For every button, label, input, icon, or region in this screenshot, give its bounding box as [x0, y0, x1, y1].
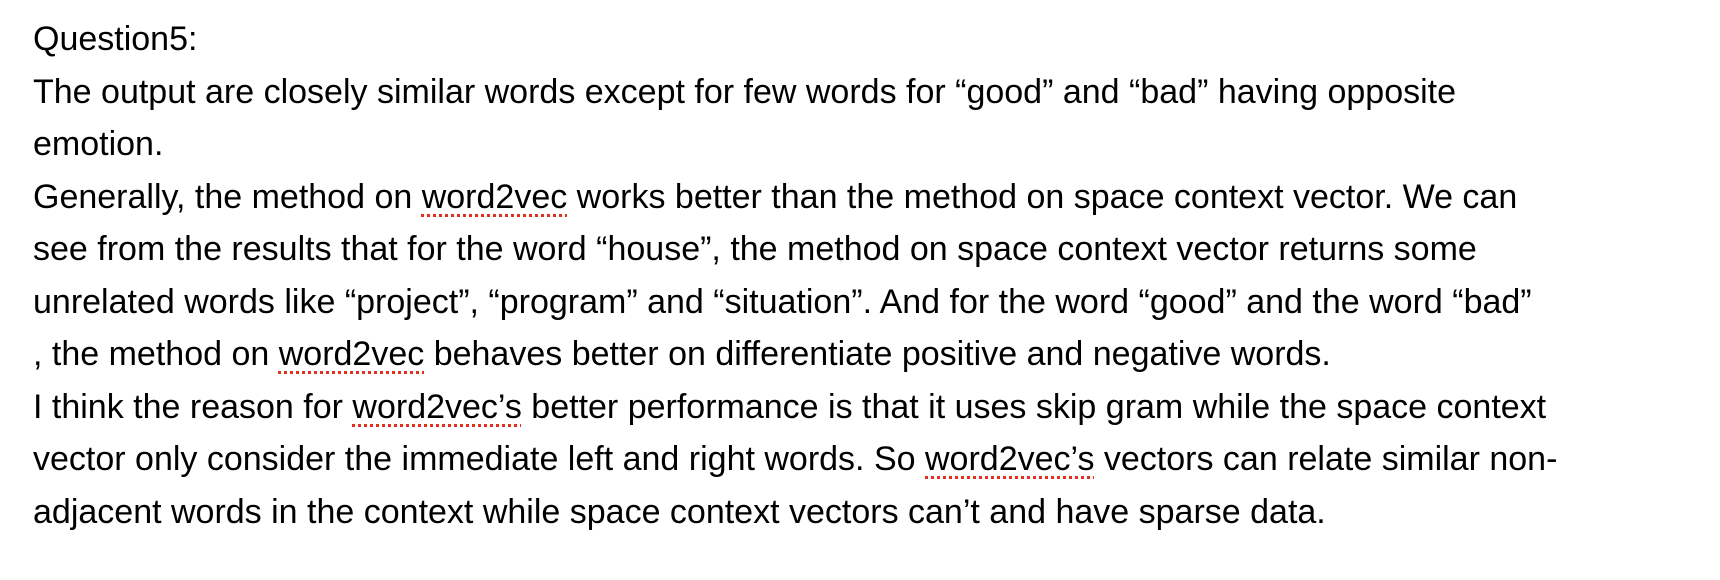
- paragraph-1-line-2: emotion.: [33, 125, 164, 163]
- text-run: Generally, the method on: [33, 177, 422, 216]
- paragraph-3-line-1: I think the reason for word2vec’s better…: [33, 381, 1703, 434]
- paragraph-1-line-1: The output are closely similar words exc…: [33, 72, 1457, 111]
- paragraph-2-line-2: see from the results that for the word “…: [33, 230, 1477, 268]
- paragraph-2-line-1: Generally, the method on word2vec works …: [33, 171, 1703, 224]
- misspelled-word[interactable]: word2vec: [422, 178, 568, 216]
- document-body[interactable]: Question5: The output are closely simila…: [33, 13, 1703, 538]
- text-run: vector only consider the immediate left …: [33, 440, 925, 478]
- document-page: { "document": { "heading": "Question5:",…: [0, 0, 1720, 580]
- paragraph-3-line-3: adjacent words in the context while spac…: [33, 492, 1326, 531]
- text-run: , the method on: [33, 335, 279, 373]
- text-run: behaves better on differentiate positive…: [424, 335, 1331, 373]
- text-run: works better than the method on space co…: [567, 177, 1518, 216]
- text-run: better performance is that it uses skip …: [521, 387, 1547, 426]
- misspelled-word[interactable]: word2vec’s: [352, 388, 521, 426]
- text-run: vectors can relate similar non-: [1094, 440, 1558, 478]
- text-run: I think the reason for: [33, 387, 353, 426]
- misspelled-word[interactable]: word2vec’s: [925, 440, 1094, 478]
- paragraph-2-line-4: , the method on word2vec behaves better …: [33, 328, 1703, 381]
- question-heading: Question5:: [33, 20, 198, 58]
- paragraph-2-line-3: unrelated words like “project”, “program…: [33, 282, 1532, 321]
- paragraph-3-line-2: vector only consider the immediate left …: [33, 433, 1703, 486]
- misspelled-word[interactable]: word2vec: [279, 335, 425, 373]
